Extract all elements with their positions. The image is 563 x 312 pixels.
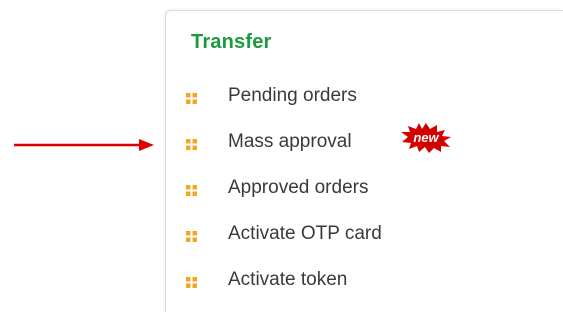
panel-title: Transfer: [191, 31, 272, 53]
menu-item-label: Activate OTP card: [228, 223, 382, 244]
grid-bullet-icon: [186, 93, 197, 104]
menu-item-label: Approved orders: [228, 177, 369, 198]
menu-item-label: Mass approval: [228, 131, 352, 152]
arrow-right-icon: [14, 139, 154, 151]
grid-bullet-icon: [186, 139, 197, 150]
new-badge-text: new: [413, 130, 439, 145]
menu-item-label: Activate token: [228, 269, 348, 290]
transfer-menu-panel: Transfer Pending orders Mass approval ne…: [165, 10, 563, 312]
grid-bullet-icon: [186, 231, 197, 242]
grid-bullet-icon: [186, 277, 197, 288]
grid-bullet-icon: [186, 185, 197, 196]
screen: Transfer Pending orders Mass approval ne…: [0, 0, 563, 312]
new-starburst-icon: new: [401, 123, 451, 153]
menu-item-label: Pending orders: [228, 85, 357, 106]
